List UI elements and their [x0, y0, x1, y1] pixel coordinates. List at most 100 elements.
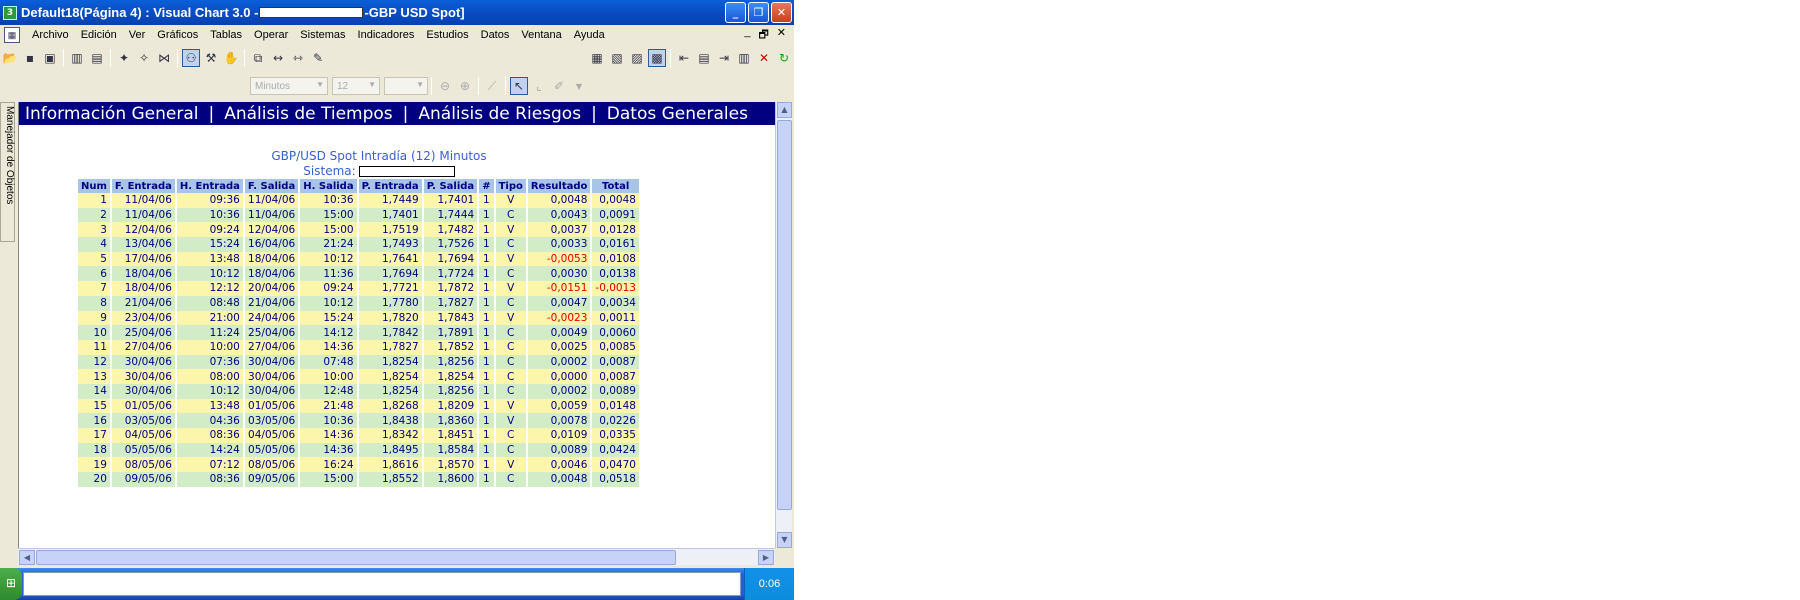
table-cell: 14:36 [300, 428, 357, 443]
menu-operar[interactable]: Operar [248, 29, 294, 41]
line-tool-icon[interactable]: ⌞ [530, 77, 548, 95]
window-tile-icon[interactable]: ▦ [588, 49, 606, 67]
menu-ventana[interactable]: Ventana [515, 29, 567, 41]
menu-edicion[interactable]: Edición [75, 29, 123, 41]
save-all-icon[interactable]: ▣ [41, 49, 59, 67]
cursor-icon[interactable]: ↖ [510, 77, 528, 95]
main-toolbar: 📂 ▪ ▣ ▥ ▤ ✦ ✧ ⋈ ⚇ ⚒ ✋ ⧉ ↔ ⇿ ✎ ▦ ▧ ▨ ▩ ⇤ … [0, 46, 794, 70]
visual-chart-icon[interactable]: 3 [3, 5, 17, 20]
table-cell: 15 [78, 398, 110, 414]
menu-archivo[interactable]: Archivo [26, 29, 75, 41]
zoom-in-icon[interactable]: ⊕ [456, 77, 474, 95]
table-cell: 01/05/06 [111, 398, 175, 414]
scroll-left-button[interactable]: ◀ [19, 550, 35, 565]
bar-chart-icon[interactable]: ▥ [68, 49, 86, 67]
scroll-right-button[interactable]: ▶ [758, 550, 774, 565]
menu-estudios[interactable]: Estudios [420, 29, 474, 41]
delete-icon[interactable]: ✕ [755, 49, 773, 67]
table-cell: 1 [479, 251, 494, 267]
scroll-down-button[interactable]: ▼ [777, 532, 792, 548]
table-cell: 7 [78, 281, 110, 296]
table-cell: 1 [479, 266, 494, 282]
trend-line-icon[interactable]: ⟋ [483, 77, 501, 95]
arrow-right-icon[interactable]: ⇥ [715, 49, 733, 67]
nav-datos-generales[interactable]: Datos Generales [607, 104, 748, 124]
hand-icon[interactable]: ✋ [222, 49, 240, 67]
table-cell: C [495, 442, 526, 458]
pencil-icon[interactable]: ✎ [309, 49, 327, 67]
minimize-button[interactable]: _ [725, 2, 746, 23]
folder-link-icon[interactable]: ⋈ [155, 49, 173, 67]
chevron-down-icon[interactable]: ▼ [570, 77, 588, 95]
menu-datos[interactable]: Datos [475, 29, 516, 41]
table-cell: 0,0043 [527, 207, 591, 223]
object-manager-tab[interactable]: Manejador de Objetos [0, 102, 15, 242]
horizontal-scrollbar[interactable]: ◀ ▶ [18, 548, 775, 565]
zoom-out-icon[interactable]: ⊖ [436, 77, 454, 95]
table-cell: 6 [78, 266, 110, 282]
vertical-scroll-thumb[interactable] [777, 120, 792, 510]
mdi-minimize-button[interactable]: _ [744, 26, 750, 45]
stepper-icon[interactable]: ⇿ [289, 49, 307, 67]
window-active-icon[interactable]: ▩ [648, 49, 666, 67]
table-cell: 0,0033 [527, 237, 591, 252]
toolbar-separator [670, 49, 671, 67]
restore-button[interactable]: ❐ [748, 2, 769, 23]
document-icon[interactable]: ▦ [4, 27, 20, 43]
title-bar[interactable]: 3 Default18(Página 4) : Visual Chart 3.0… [0, 0, 794, 25]
menu-ver[interactable]: Ver [123, 29, 152, 41]
report-nav: Información General | Análisis de Tiempo… [19, 102, 776, 125]
table-cell: 1,8570 [423, 457, 478, 473]
table-cell: 12:48 [300, 383, 357, 399]
menu-ayuda[interactable]: Ayuda [568, 29, 611, 41]
interval-select[interactable]: Minutos ▼ [250, 77, 328, 95]
window-cascade-icon[interactable]: ▧ [608, 49, 626, 67]
mdi-restore-button[interactable]: 🗗 [758, 26, 768, 45]
star-folder-icon[interactable]: ✧ [135, 49, 153, 67]
refresh-icon[interactable]: ↻ [775, 49, 793, 67]
horizontal-scroll-thumb[interactable] [36, 550, 676, 565]
zoom-range-icon[interactable]: ↔ [269, 49, 287, 67]
table-cell: 1,8268 [358, 398, 422, 414]
object-manager-icon[interactable]: ⚇ [182, 49, 200, 67]
arrow-left-icon[interactable]: ⇤ [675, 49, 693, 67]
brush-icon[interactable]: ✐ [550, 77, 568, 95]
chart-grid-icon[interactable]: ▤ [88, 49, 106, 67]
start-button[interactable]: ⊞ [0, 568, 22, 600]
table-cell: 1,8254 [358, 354, 422, 370]
menu-tablas[interactable]: Tablas [204, 29, 248, 41]
close-button[interactable]: ✕ [771, 2, 792, 23]
table-cell: 03/05/06 [111, 413, 175, 428]
calculator-icon[interactable]: ▤ [695, 49, 713, 67]
nav-informacion-general[interactable]: Información General [25, 104, 199, 124]
nav-analisis-tiempos[interactable]: Análisis de Tiempos [224, 104, 392, 124]
report-panel: Información General | Análisis de Tiempo… [18, 102, 776, 548]
table-row: 8 21/04/06 08:48 21/04/06 10:12 1,7780 1,7827 1… [78, 295, 639, 311]
save-icon[interactable]: ▪ [21, 49, 39, 67]
nav-analisis-riesgos[interactable]: Análisis de Riesgos [418, 104, 581, 124]
third-select[interactable]: ▼ [384, 77, 428, 95]
table-cell: 1,8256 [423, 383, 478, 399]
scroll-up-button[interactable]: ▲ [777, 102, 792, 118]
tools-icon[interactable]: ⚒ [202, 49, 220, 67]
toolbar-separator [110, 49, 111, 67]
menu-sistemas[interactable]: Sistemas [294, 29, 351, 41]
taskbar-address-field[interactable] [23, 572, 741, 596]
print-icon[interactable]: ▥ [735, 49, 753, 67]
open-folder-icon[interactable]: 📂 [1, 49, 19, 67]
table-cell: 1 [479, 354, 494, 370]
menu-graficos[interactable]: Gráficos [151, 29, 204, 41]
table-cell: 1 [479, 472, 494, 487]
interval-value-select[interactable]: 12 ▼ [332, 77, 380, 95]
vertical-scrollbar[interactable]: ▲ ▼ [775, 102, 792, 548]
folder-star-icon[interactable]: ✦ [115, 49, 133, 67]
mdi-close-button[interactable]: ✕ [777, 26, 786, 45]
window-arrange-icon[interactable]: ▨ [628, 49, 646, 67]
table-cell: 07:48 [300, 354, 357, 370]
table-cell: 05/05/06 [111, 442, 175, 458]
table-cell: 21:00 [176, 310, 243, 326]
menu-indicadores[interactable]: Indicadores [352, 29, 421, 41]
table-row: 4 13/04/06 15:24 16/04/06 21:24 1,7493 1,7526 1… [78, 237, 639, 252]
window-icon[interactable]: ⧉ [249, 49, 267, 67]
table-cell: C [495, 354, 526, 370]
